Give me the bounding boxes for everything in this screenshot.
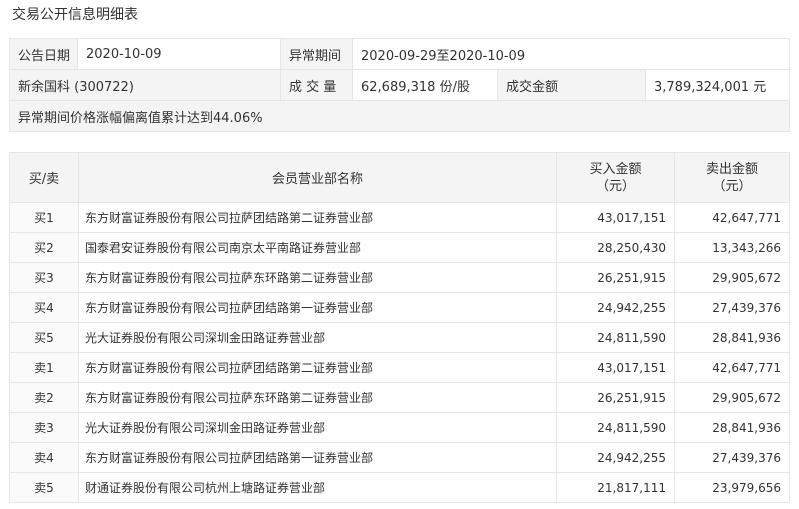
row-sell-amount-cell: 28,841,936 bbox=[674, 322, 790, 353]
row-side-cell: 卖1 bbox=[9, 352, 79, 383]
table-row: 买5 光大证券股份有限公司深圳金田路证券营业部 24,811,590 28,841,9… bbox=[9, 322, 790, 353]
table-row: 买1 东方财富证券股份有限公司拉萨团结路第二证券营业部 43,017,151 42,6… bbox=[9, 202, 790, 233]
table-row: 卖2 东方财富证券股份有限公司拉萨东环路第二证券营业部 26,251,915 29,9… bbox=[9, 382, 790, 413]
summary-row-note: 异常期间价格涨幅偏离值累计达到44.06% bbox=[8, 100, 791, 132]
row-buy-amount-cell: 26,251,915 bbox=[556, 262, 675, 293]
deviation-note: 异常期间价格涨幅偏离值累计达到44.06% bbox=[8, 100, 791, 132]
row-branch-name-cell: 光大证券股份有限公司深圳金田路证券营业部 bbox=[78, 412, 557, 443]
summary-row-volume: 新余国科 (300722) 成 交 量 62,689,318 份/股 成交金额 … bbox=[9, 69, 791, 101]
row-branch-name-cell: 国泰君安证券股份有限公司南京太平南路证券营业部 bbox=[78, 232, 557, 263]
amount-label: 成交金额 bbox=[497, 69, 646, 101]
abnormal-period-label: 异常期间 bbox=[280, 38, 353, 70]
summary-row-dates: 公告日期 2020-10-09 异常期间 2020-09-29至2020-10-… bbox=[9, 38, 791, 70]
row-sell-amount-cell: 28,841,936 bbox=[674, 412, 790, 443]
row-branch-name-cell: 东方财富证券股份有限公司拉萨团结路第一证券营业部 bbox=[78, 442, 557, 473]
row-side-cell: 卖5 bbox=[9, 472, 79, 503]
row-buy-amount-cell: 24,942,255 bbox=[556, 292, 675, 323]
row-branch-name-cell: 光大证券股份有限公司深圳金田路证券营业部 bbox=[78, 322, 557, 353]
row-branch-name-cell: 东方财富证券股份有限公司拉萨东环路第二证券营业部 bbox=[78, 382, 557, 413]
header-buy-amount-unit: （元） bbox=[595, 178, 635, 194]
row-side-cell: 买2 bbox=[9, 232, 79, 263]
row-side-cell: 买3 bbox=[9, 262, 79, 293]
volume-label: 成 交 量 bbox=[280, 69, 353, 101]
row-branch-name-cell: 东方财富证券股份有限公司拉萨团结路第一证券营业部 bbox=[78, 292, 557, 323]
table-row: 买2 国泰君安证券股份有限公司南京太平南路证券营业部 28,250,430 13,34… bbox=[9, 232, 790, 263]
table-header-row: 买/卖 会员营业部名称 买入金额 （元） 卖出金额 （元） bbox=[9, 152, 790, 203]
table-row: 卖5 财通证券股份有限公司杭州上塘路证券营业部 21,817,111 23,979,6… bbox=[9, 472, 790, 503]
row-sell-amount-cell: 42,647,771 bbox=[674, 202, 790, 233]
row-side-cell: 买5 bbox=[9, 322, 79, 353]
row-branch-name-cell: 财通证券股份有限公司杭州上塘路证券营业部 bbox=[78, 472, 557, 503]
row-side-cell: 卖3 bbox=[9, 412, 79, 443]
row-sell-amount-cell: 13,343,266 bbox=[674, 232, 790, 263]
row-buy-amount-cell: 24,811,590 bbox=[556, 412, 675, 443]
row-branch-name-cell: 东方财富证券股份有限公司拉萨团结路第二证券营业部 bbox=[78, 352, 557, 383]
summary-table: 公告日期 2020-10-09 异常期间 2020-09-29至2020-10-… bbox=[8, 38, 791, 132]
volume-value: 62,689,318 份/股 bbox=[352, 69, 498, 101]
table-row: 买3 东方财富证券股份有限公司拉萨东环路第二证券营业部 26,251,915 29,9… bbox=[9, 262, 790, 293]
row-sell-amount-cell: 29,905,672 bbox=[674, 262, 790, 293]
table-row: 卖1 东方财富证券股份有限公司拉萨团结路第二证券营业部 43,017,151 42,6… bbox=[9, 352, 790, 383]
table-row: 卖3 光大证券股份有限公司深圳金田路证券营业部 24,811,590 28,841,9… bbox=[9, 412, 790, 443]
row-sell-amount-cell: 29,905,672 bbox=[674, 382, 790, 413]
row-buy-amount-cell: 43,017,151 bbox=[556, 202, 675, 233]
row-sell-amount-cell: 27,439,376 bbox=[674, 442, 790, 473]
page-title: 交易公开信息明细表 bbox=[12, 7, 138, 23]
table-row: 买4 东方财富证券股份有限公司拉萨团结路第一证券营业部 24,942,255 27,4… bbox=[9, 292, 790, 323]
row-buy-amount-cell: 43,017,151 bbox=[556, 352, 675, 383]
announce-date-label: 公告日期 bbox=[9, 38, 78, 70]
row-sell-amount-cell: 42,647,771 bbox=[674, 352, 790, 383]
header-buy-amount-label: 买入金额 bbox=[589, 161, 642, 177]
header-side: 买/卖 bbox=[9, 152, 79, 203]
row-sell-amount-cell: 23,979,656 bbox=[674, 472, 790, 503]
row-buy-amount-cell: 21,817,111 bbox=[556, 472, 675, 503]
row-buy-amount-cell: 28,250,430 bbox=[556, 232, 675, 263]
table-row: 卖4 东方财富证券股份有限公司拉萨团结路第一证券营业部 24,942,255 27,4… bbox=[9, 442, 790, 473]
row-side-cell: 买1 bbox=[9, 202, 79, 233]
header-buy-amount: 买入金额 （元） bbox=[556, 152, 675, 203]
header-sell-amount: 卖出金额 （元） bbox=[674, 152, 790, 203]
row-buy-amount-cell: 26,251,915 bbox=[556, 382, 675, 413]
row-branch-name-cell: 东方财富证券股份有限公司拉萨东环路第二证券营业部 bbox=[78, 262, 557, 293]
row-side-cell: 买4 bbox=[9, 292, 79, 323]
row-buy-amount-cell: 24,811,590 bbox=[556, 322, 675, 353]
header-sell-amount-label: 卖出金额 bbox=[705, 161, 758, 177]
amount-value: 3,789,324,001 元 bbox=[644, 69, 791, 101]
announce-date-value: 2020-10-09 bbox=[77, 38, 281, 70]
row-buy-amount-cell: 24,942,255 bbox=[556, 442, 675, 473]
trading-detail-table: 买/卖 会员营业部名称 买入金额 （元） 卖出金额 （元） 买1 东方财富证券股份… bbox=[9, 152, 790, 503]
header-branch-name: 会员营业部名称 bbox=[78, 152, 557, 203]
row-side-cell: 卖2 bbox=[9, 382, 79, 413]
row-sell-amount-cell: 27,439,376 bbox=[674, 292, 790, 323]
row-branch-name-cell: 东方财富证券股份有限公司拉萨团结路第二证券营业部 bbox=[78, 202, 557, 233]
abnormal-period-value: 2020-09-29至2020-10-09 bbox=[351, 38, 791, 70]
stock-name: 新余国科 (300722) bbox=[9, 69, 281, 101]
row-side-cell: 卖4 bbox=[9, 442, 79, 473]
header-sell-amount-unit: （元） bbox=[712, 178, 752, 194]
